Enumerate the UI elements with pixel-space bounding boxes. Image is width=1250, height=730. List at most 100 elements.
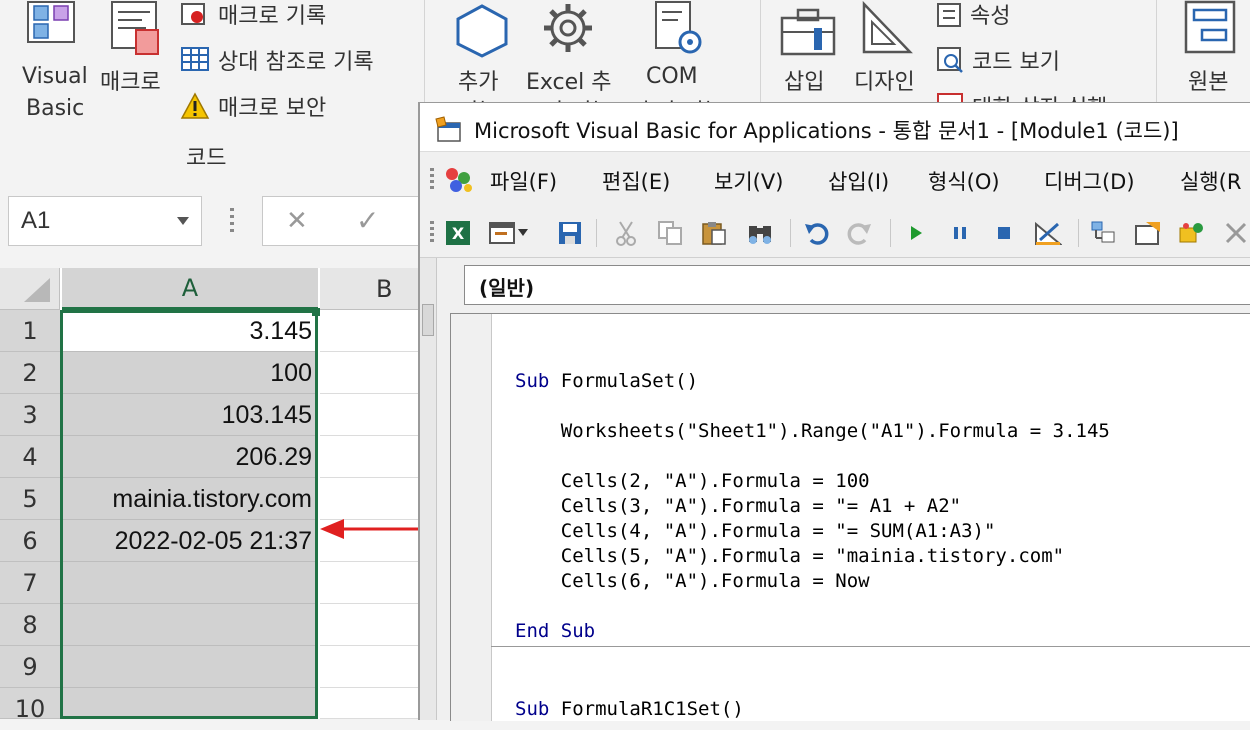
visual-basic-button[interactable]: Visual Basic xyxy=(14,0,90,130)
keyword: Sub xyxy=(515,698,550,720)
insert-userform-button[interactable] xyxy=(488,219,516,247)
macro-button[interactable]: 매크로 xyxy=(98,0,174,130)
chevron-down-icon[interactable] xyxy=(175,215,191,227)
design-mode-toolbar-button[interactable] xyxy=(1034,219,1062,247)
menu-file[interactable]: 파일(F) xyxy=(490,166,557,196)
toolbar-separator xyxy=(790,219,791,247)
toolbar-grip xyxy=(430,221,434,245)
menu-insert[interactable]: 삽입(I) xyxy=(828,166,889,196)
code-pane[interactable]: Sub FormulaSet() Worksheets("Sheet1").Ra… xyxy=(450,313,1250,721)
record-macro-icon xyxy=(181,3,205,25)
save-button[interactable] xyxy=(556,219,584,247)
undo-button[interactable] xyxy=(802,219,830,247)
addins-label-1: 추가 xyxy=(458,70,499,95)
menu-format[interactable]: 형식(O) xyxy=(928,166,1000,196)
row-header[interactable]: 3 xyxy=(0,394,60,436)
object-dropdown[interactable]: (일반) xyxy=(464,265,1250,305)
paste-icon xyxy=(702,222,726,245)
group-label-code: 코드 xyxy=(186,146,227,171)
row-header[interactable]: 5 xyxy=(0,478,60,520)
column-header-a[interactable]: A xyxy=(62,268,318,310)
row-header[interactable]: 2 xyxy=(0,352,60,394)
properties-icon xyxy=(937,3,961,27)
object-browser-button[interactable] xyxy=(1178,219,1206,247)
object-browser-icon xyxy=(1179,223,1203,243)
cancel-icon[interactable]: ✕ xyxy=(286,206,308,236)
view-code-label: 코드 보기 xyxy=(972,50,1060,75)
row-number: 7 xyxy=(22,569,38,597)
row-header[interactable]: 4 xyxy=(0,436,60,478)
toolbar-separator xyxy=(1078,219,1079,247)
select-all-corner[interactable] xyxy=(0,268,60,310)
row-header[interactable]: 7 xyxy=(0,562,60,604)
code-line: Cells(6, "A").Formula = Now xyxy=(515,570,1110,595)
code-text: Cells(4, "A").Formula = "= SUM(A1:A3)" xyxy=(515,520,996,542)
menu-view[interactable]: 보기(V) xyxy=(714,166,783,196)
cell-b8[interactable] xyxy=(320,604,420,646)
project-explorer-button[interactable] xyxy=(1090,219,1118,247)
reset-button[interactable] xyxy=(990,219,1018,247)
com-addins-button[interactable]: COM 추가 기능 xyxy=(636,0,726,125)
vba-menu-app-icon[interactable] xyxy=(442,164,476,194)
excel-addins-label-1: Excel 추 xyxy=(526,70,612,95)
dropdown-arrow-icon[interactable] xyxy=(518,229,528,237)
macro-security-label: 매크로 보안 xyxy=(218,96,327,121)
visual-basic-label-1: Visual xyxy=(22,64,88,89)
keyword: Sub xyxy=(515,370,550,392)
toolbox-small-icon xyxy=(1225,222,1247,244)
find-button[interactable] xyxy=(746,219,774,247)
toolbox-button[interactable] xyxy=(1222,219,1250,247)
row-header[interactable]: 8 xyxy=(0,604,60,646)
vba-window: Microsoft Visual Basic for Applications … xyxy=(418,102,1250,721)
row-header[interactable]: 6 xyxy=(0,520,60,562)
paste-button[interactable] xyxy=(700,219,728,247)
cell-b4[interactable] xyxy=(320,436,420,478)
cut-button[interactable] xyxy=(612,219,640,247)
cell-b7[interactable] xyxy=(320,562,420,604)
design-mode-button[interactable]: 디자인 모드 xyxy=(850,0,930,125)
toolbar-separator xyxy=(596,219,597,247)
document-gear-icon xyxy=(655,1,702,54)
addins-button[interactable]: 추가 기능 xyxy=(446,0,516,125)
view-excel-button[interactable]: X xyxy=(444,219,472,247)
insert-control-button[interactable]: 삽입 xyxy=(774,0,840,104)
undo-icon xyxy=(805,223,829,245)
name-box-value: A1 xyxy=(21,207,51,234)
vba-toolbar: X xyxy=(420,207,1250,258)
row-number: 2 xyxy=(22,359,38,387)
break-button[interactable] xyxy=(946,219,974,247)
menu-run[interactable]: 실행(R xyxy=(1180,166,1241,196)
vba-menu-bar: 파일(F) 편집(E) 보기(V) 삽입(I) 형식(O) 디버그(D) 실행(… xyxy=(420,152,1250,206)
excel-addins-button[interactable]: Excel 추 가 기능 xyxy=(524,0,624,125)
menu-edit[interactable]: 편집(E) xyxy=(602,166,670,196)
design-mode-label-1: 디자인 xyxy=(854,70,915,95)
source-button[interactable]: 원본 xyxy=(1176,0,1246,104)
name-box[interactable]: A1 xyxy=(8,196,202,246)
redo-button[interactable] xyxy=(846,219,874,247)
column-header-b[interactable]: B xyxy=(320,268,420,310)
menu-debug[interactable]: 디버그(D) xyxy=(1044,166,1135,196)
row-number: 9 xyxy=(22,653,38,681)
select-all-triangle-icon xyxy=(24,278,50,302)
sheet-grid: A B 1 3.145 2 100 3 103.145 4 206.29 5 m… xyxy=(0,268,420,723)
cell-b3[interactable] xyxy=(320,394,420,436)
fill-handle[interactable] xyxy=(312,308,320,316)
cell-b2[interactable] xyxy=(320,352,420,394)
binoculars-icon xyxy=(749,226,771,244)
row-header[interactable]: 1 xyxy=(0,310,60,352)
properties-window-button[interactable] xyxy=(1134,219,1162,247)
cell-b10[interactable] xyxy=(320,688,420,719)
splitter-handle[interactable] xyxy=(422,304,434,336)
insert-label: 삽입 xyxy=(784,70,825,95)
row-header[interactable]: 10 xyxy=(0,688,60,723)
cell-b1[interactable] xyxy=(320,310,420,352)
run-button[interactable] xyxy=(902,219,930,247)
keyword: End Sub xyxy=(515,620,596,642)
row-header[interactable]: 9 xyxy=(0,646,60,688)
enter-icon[interactable]: ✓ xyxy=(356,204,379,237)
cell-b9[interactable] xyxy=(320,646,420,688)
svg-text:X: X xyxy=(452,224,465,243)
copy-button[interactable] xyxy=(656,219,684,247)
code-line: Worksheets("Sheet1").Range("A1").Formula… xyxy=(515,420,1110,445)
